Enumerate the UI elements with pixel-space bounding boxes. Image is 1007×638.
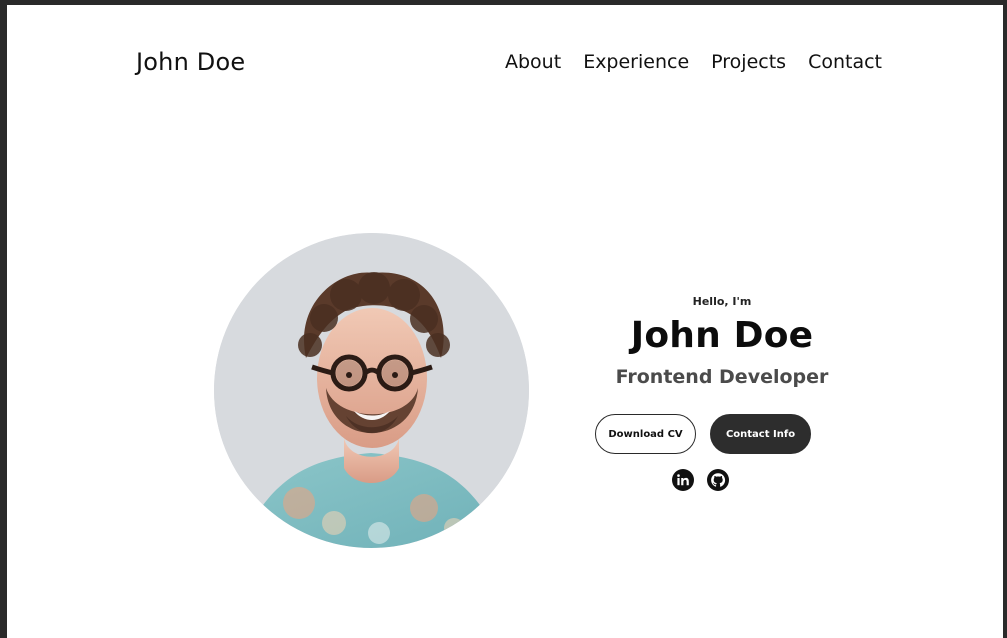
linkedin-icon[interactable] [671,468,695,492]
profile-photo-illustration [214,233,529,548]
nav-links: About Experience Projects Contact [505,51,882,73]
hero-name: John Doe [630,315,814,356]
hero-actions: Download CV Contact Info [595,414,811,454]
hero-role: Frontend Developer [615,366,829,388]
top-navigation: John Doe About Experience Projects Conta… [7,5,1003,125]
nav-link-contact[interactable]: Contact [808,51,882,73]
contact-info-button[interactable]: Contact Info [710,414,811,454]
page-frame: John Doe About Experience Projects Conta… [0,0,1007,638]
nav-link-projects[interactable]: Projects [711,51,786,73]
github-icon[interactable] [706,468,730,492]
nav-link-experience[interactable]: Experience [583,51,689,73]
hero-greeting: Hello, I'm [692,295,752,308]
download-cv-button[interactable]: Download CV [595,414,696,454]
social-links [671,468,730,492]
nav-link-about[interactable]: About [505,51,561,73]
hero-text: Hello, I'm John Doe Frontend Developer [587,293,857,388]
site-logo-text[interactable]: John Doe [136,48,245,76]
profile-photo [214,233,529,548]
